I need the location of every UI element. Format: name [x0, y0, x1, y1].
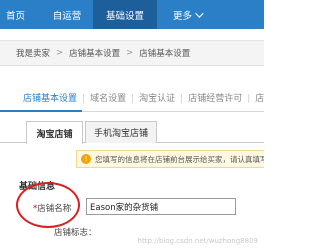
- tab-overflow[interactable]: 店: [250, 92, 269, 106]
- breadcrumb-item-shop-settings[interactable]: 店铺基本设置: [69, 47, 120, 59]
- tab-taobao-certification[interactable]: 淘宝认证: [134, 92, 180, 106]
- shop-name-label: *店铺名称: [33, 202, 71, 214]
- nav-item-more[interactable]: 更多: [157, 0, 217, 29]
- nav-item-label: 自运营: [52, 10, 82, 22]
- shop-type-tabs: 淘宝店铺 手机淘宝店铺: [0, 121, 264, 144]
- tab-shop-basic-settings[interactable]: 店铺基本设置: [0, 92, 83, 112]
- tab-taobao-shop[interactable]: 淘宝店铺: [26, 121, 83, 144]
- nav-item-label: 首页: [6, 10, 26, 22]
- breadcrumb: 我是卖家 > 店铺基本设置 > 店铺基本设置: [0, 40, 264, 66]
- shop-name-input[interactable]: [86, 198, 236, 215]
- warning-icon: !: [81, 154, 91, 164]
- section-title: 基础信息: [19, 182, 56, 192]
- settings-tabs: 店铺基本设置 | 域名设置 | 淘宝认证 | 店铺经营许可 | 店: [0, 92, 264, 112]
- nav-item-self-operation[interactable]: 自运营: [41, 0, 93, 29]
- tab-mobile-taobao-shop[interactable]: 手机淘宝店铺: [85, 121, 157, 143]
- notice-bar: ! 您填写的信息将在店铺前台展示给买家，请认真填写: [76, 150, 264, 168]
- top-nav: 首页 自运营 基础设置 更多: [0, 0, 264, 29]
- tab-business-license[interactable]: 店铺经营许可: [183, 92, 247, 106]
- nav-item-label: 更多: [172, 10, 192, 22]
- nav-item-home[interactable]: 首页: [0, 0, 41, 29]
- nav-item-basic-settings[interactable]: 基础设置: [93, 0, 157, 29]
- shop-name-label-text: 店铺名称: [37, 204, 72, 214]
- breadcrumb-item-seller[interactable]: 我是卖家: [16, 47, 50, 59]
- tab-label: 淘宝店铺: [36, 129, 73, 140]
- chevron-down-icon: [195, 8, 204, 18]
- watermark: http://blog.csdn.net/wuzhong8809: [137, 237, 258, 245]
- breadcrumb-item-current: 店铺基本设置: [139, 49, 191, 59]
- notice-text: 您填写的信息将在店铺前台展示给买家，请认真填写: [95, 154, 264, 164]
- tab-label: 手机淘宝店铺: [93, 129, 148, 139]
- tab-domain-settings[interactable]: 域名设置: [85, 92, 131, 106]
- nav-item-label: 基础设置: [105, 10, 144, 22]
- breadcrumb-separator: >: [126, 48, 134, 58]
- shop-logo-label: 店铺标志：: [54, 228, 97, 238]
- breadcrumb-separator: >: [56, 48, 64, 58]
